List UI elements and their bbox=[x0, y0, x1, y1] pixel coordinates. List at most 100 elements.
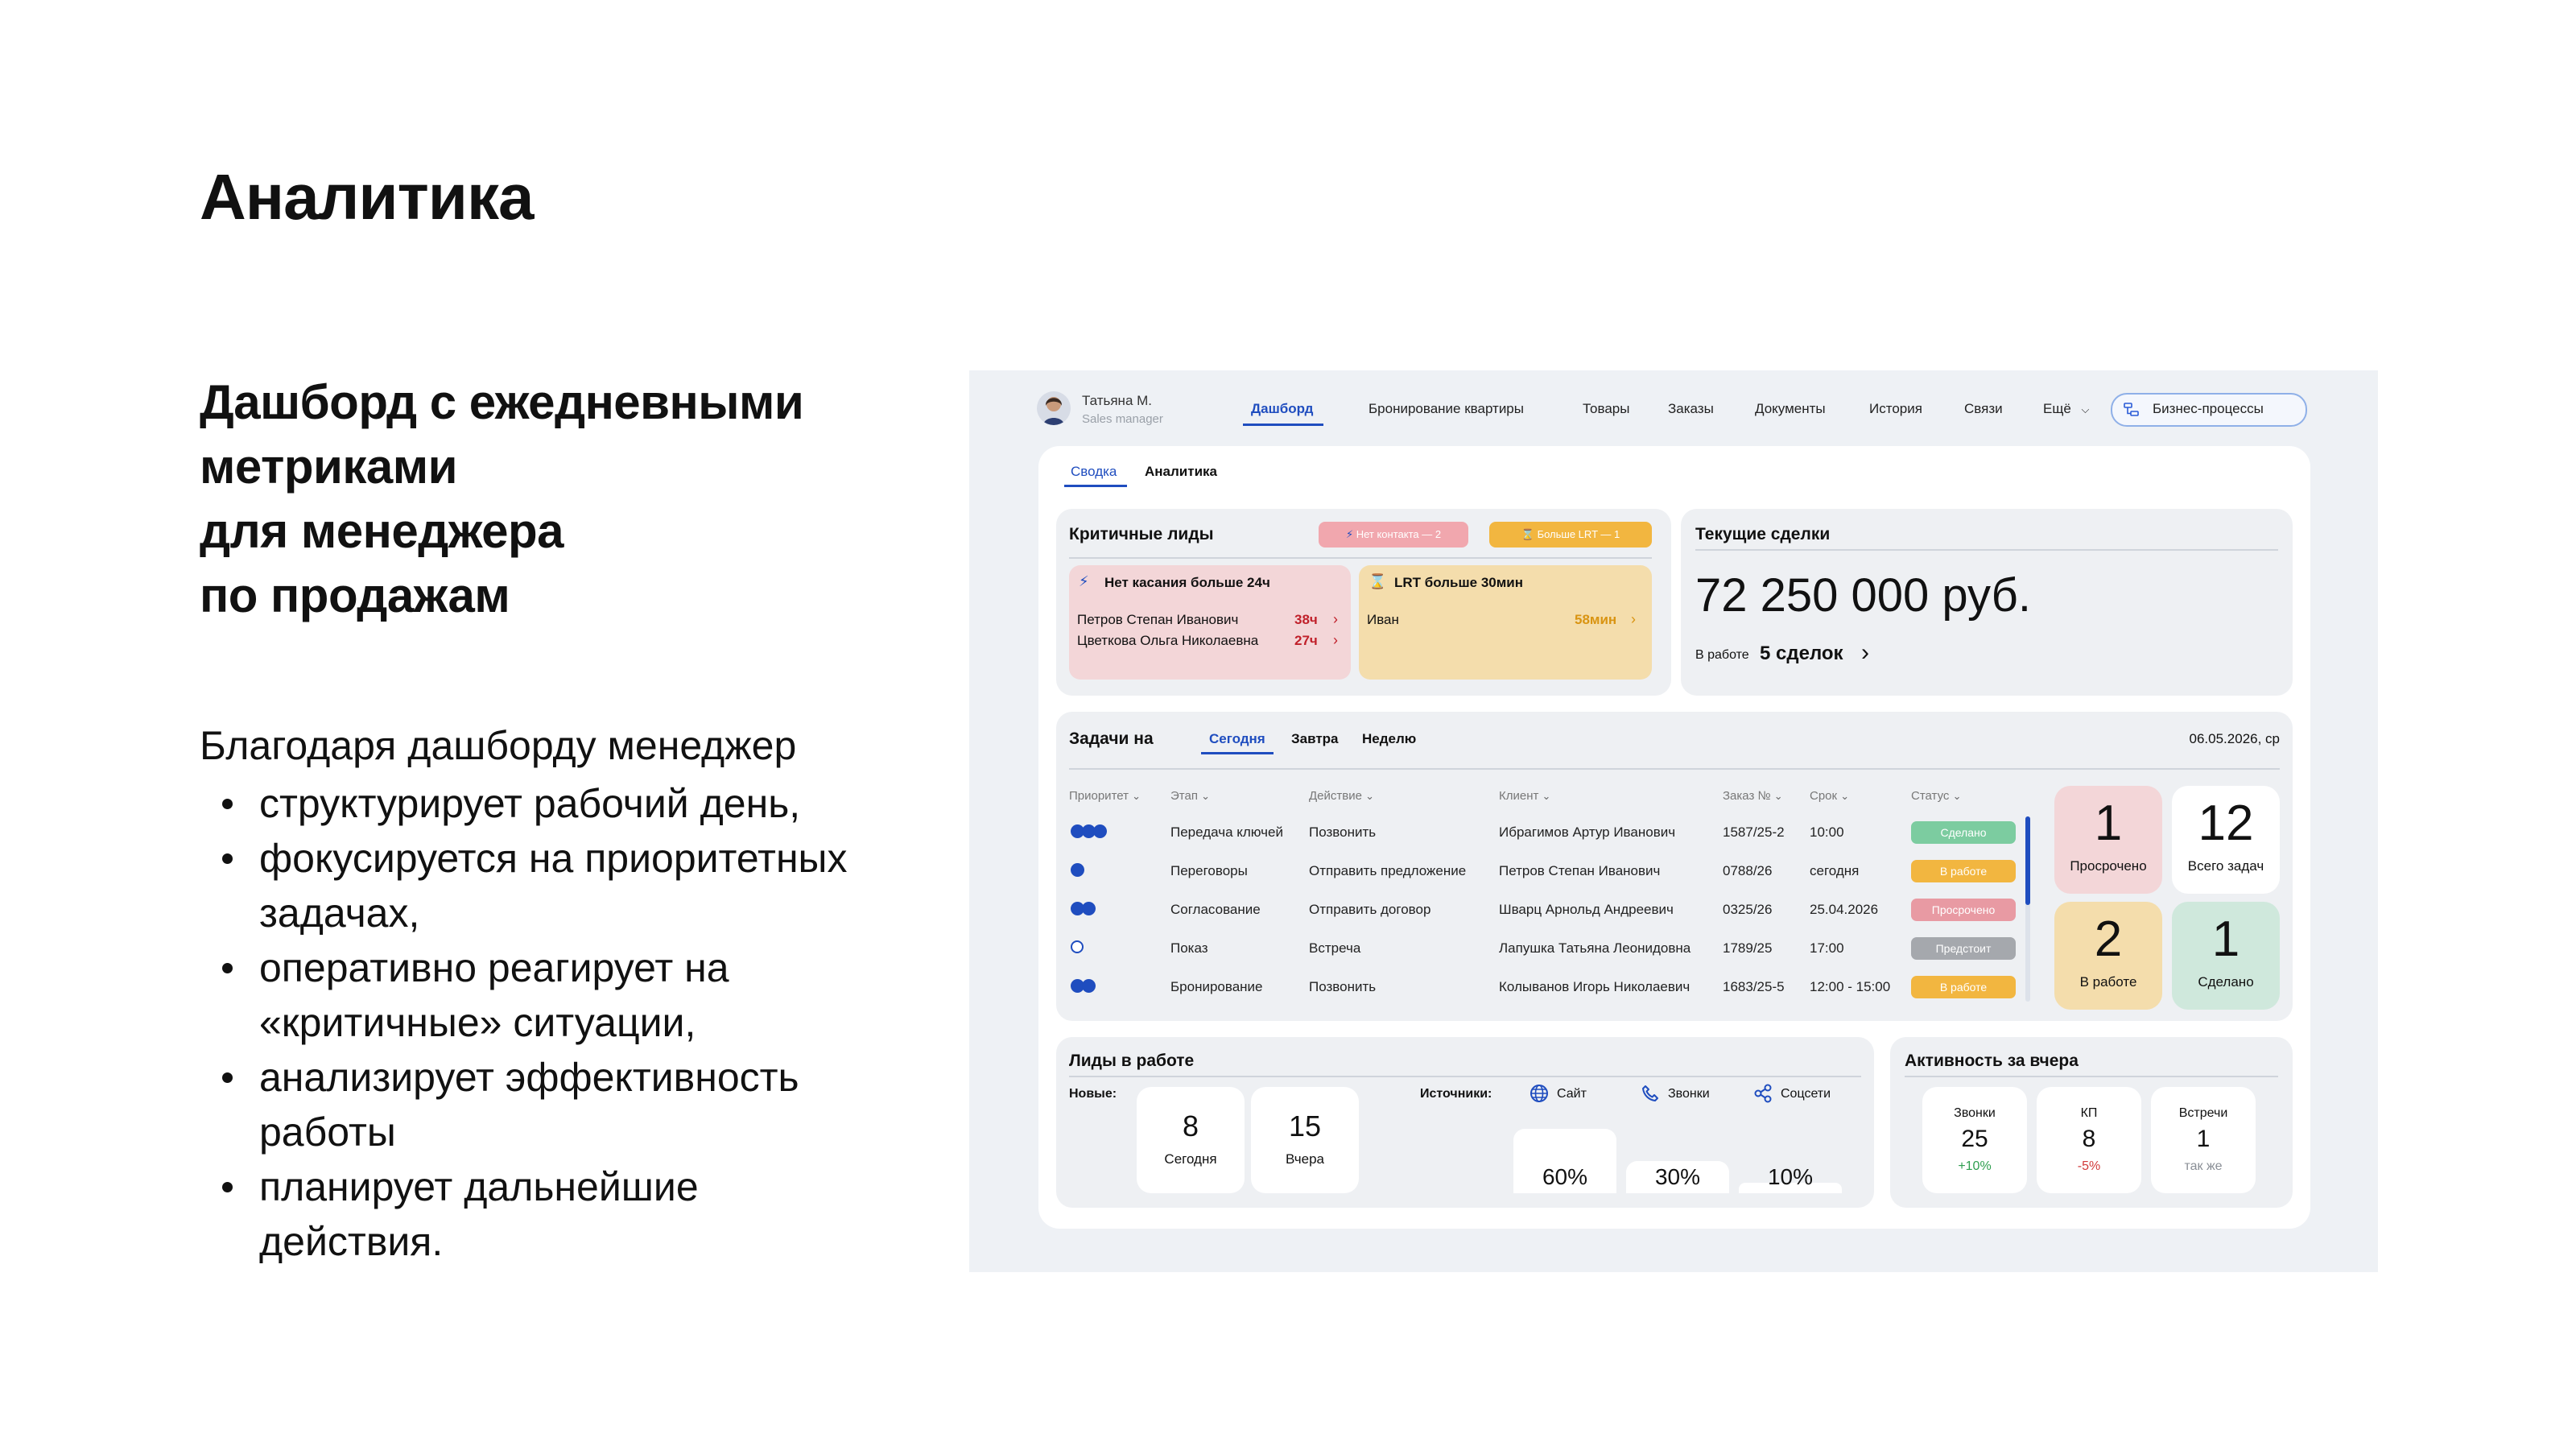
source-value-calls: 30% bbox=[1654, 1164, 1701, 1189]
period-week[interactable]: Неделю bbox=[1362, 731, 1416, 747]
chevron-down-icon: ⌄ bbox=[1773, 790, 1783, 802]
leads-yesterday[interactable]: 15 Вчера bbox=[1251, 1087, 1359, 1193]
table-row[interactable]: Передача ключей Позвонить Ибрагимов Арту… bbox=[1056, 820, 2016, 844]
subtitle-line: для менеджера bbox=[200, 504, 564, 558]
status-badge[interactable]: Предстоит bbox=[1911, 937, 2016, 960]
source-legend-social: Соцсети bbox=[1753, 1084, 1866, 1105]
col-status[interactable]: Статус ⌄ bbox=[1911, 789, 1962, 803]
subtitle-line: метриками bbox=[200, 440, 458, 494]
kpi-done[interactable]: 1 Сделано bbox=[2172, 902, 2280, 1010]
user-name: Татьяна М. bbox=[1082, 393, 1153, 408]
kpi-overdue[interactable]: 1 Просрочено bbox=[2054, 786, 2162, 894]
divider bbox=[1069, 768, 2280, 770]
priority-dots bbox=[1071, 824, 1107, 839]
chevron-right-icon: › bbox=[1631, 611, 1636, 627]
nav-booking[interactable]: Бронирование квартиры bbox=[1368, 401, 1524, 417]
kpi-total[interactable]: 12 Всего задач bbox=[2172, 786, 2280, 894]
dashboard-screenshot: Татьяна М. Sales manager Дашборд Брониро… bbox=[969, 370, 2378, 1272]
source-legend-calls: Звонки bbox=[1641, 1084, 1737, 1105]
slide-title: Аналитика bbox=[200, 161, 534, 233]
activity-calls[interactable]: Звонки 25 +10% bbox=[1922, 1087, 2027, 1193]
status-badge[interactable]: Просрочено bbox=[1911, 899, 2016, 921]
nav-active-underline bbox=[1243, 424, 1323, 426]
subtitle-line: по продажам bbox=[200, 568, 510, 622]
activity-title: Активность за вчера bbox=[1905, 1052, 2079, 1070]
tasks-card: Задачи на Сегодня Завтра Неделю 06.05.20… bbox=[1056, 712, 2293, 1021]
table-row[interactable]: Переговоры Отправить предложение Петров … bbox=[1056, 858, 2016, 882]
nav-dashboard[interactable]: Дашборд bbox=[1251, 401, 1313, 417]
warning-icon: ⚡ bbox=[1345, 528, 1354, 540]
badge-lrt[interactable]: ⌛ Больше LRT — 1 bbox=[1489, 522, 1652, 548]
nav-more[interactable]: Ещё ⌵ bbox=[2043, 401, 2089, 417]
table-row[interactable]: Бронирование Позвонить Колыванов Игорь Н… bbox=[1056, 974, 2016, 998]
nav-history[interactable]: История bbox=[1869, 401, 1922, 417]
critical-leads-card: Критичные лиды ⚡ Нет контакта — 2 ⌛ Боль… bbox=[1056, 509, 1671, 696]
deals-in-work-link[interactable]: В работе 5 сделок › bbox=[1695, 639, 1905, 667]
table-row[interactable]: Показ Встреча Лапушка Татьяна Леонидовна… bbox=[1056, 936, 2016, 960]
divider bbox=[1069, 1076, 1861, 1077]
user-role: Sales manager bbox=[1082, 412, 1163, 426]
tab-analytics[interactable]: Аналитика bbox=[1145, 464, 1217, 480]
scrollbar-thumb[interactable] bbox=[2025, 816, 2030, 905]
sources-label: Источники: bbox=[1420, 1087, 1492, 1101]
benefit-item: анализирует эффективность работы bbox=[222, 1050, 984, 1159]
source-legend-site: Сайт bbox=[1530, 1084, 1626, 1105]
chevron-down-icon: ⌄ bbox=[1365, 790, 1375, 802]
tab-summary[interactable]: Сводка bbox=[1071, 464, 1117, 480]
new-leads-label: Новые: bbox=[1069, 1087, 1117, 1101]
lead-row[interactable]: Иван 58мин › bbox=[1367, 611, 1644, 631]
intro-text: Благодаря дашборду менеджер bbox=[200, 723, 797, 768]
nav-documents[interactable]: Документы bbox=[1755, 401, 1826, 417]
nav-links[interactable]: Связи bbox=[1964, 401, 2003, 417]
leads-card: Лиды в работе Новые: 8 Сегодня 15 Вчера … bbox=[1056, 1037, 1874, 1208]
share-icon bbox=[1754, 1084, 1772, 1103]
nav-products[interactable]: Товары bbox=[1583, 401, 1629, 417]
divider bbox=[1695, 549, 2278, 551]
status-badge[interactable]: В работе bbox=[1911, 976, 2016, 998]
col-client[interactable]: Клиент ⌄ bbox=[1499, 789, 1550, 803]
no-touch-panel: ⚡ Нет касания больше 24ч Петров Степан И… bbox=[1069, 565, 1351, 680]
leads-title: Лиды в работе bbox=[1069, 1052, 1195, 1070]
chevron-right-icon: › bbox=[1861, 639, 1869, 666]
status-badge[interactable]: Сделано bbox=[1911, 821, 2016, 844]
status-badge[interactable]: В работе bbox=[1911, 860, 2016, 882]
period-tomorrow[interactable]: Завтра bbox=[1291, 731, 1339, 747]
col-action[interactable]: Действие ⌄ bbox=[1309, 789, 1374, 803]
tasks-date: 06.05.2026, ср bbox=[2189, 731, 2280, 746]
chevron-down-icon: ⌄ bbox=[1201, 790, 1211, 802]
period-active-underline bbox=[1201, 752, 1274, 754]
lead-row[interactable]: Петров Степан Иванович 38ч › bbox=[1077, 611, 1343, 631]
lrt-panel: ⌛ LRT больше 30мин Иван 58мин › bbox=[1359, 565, 1652, 680]
col-priority[interactable]: Приоритет ⌄ bbox=[1069, 789, 1141, 803]
nav-orders[interactable]: Заказы bbox=[1668, 401, 1714, 417]
table-scrollbar[interactable] bbox=[2025, 816, 2030, 1002]
benefit-item: оперативно реагирует на «критичные» ситуа… bbox=[222, 940, 984, 1050]
slide-subtitle: Дашборд с ежедневными метриками для мене… bbox=[200, 370, 908, 628]
col-order[interactable]: Заказ № ⌄ bbox=[1723, 789, 1783, 803]
avatar[interactable] bbox=[1037, 391, 1071, 425]
lrt-icon: ⌛ bbox=[1368, 573, 1387, 589]
lead-row[interactable]: Цветкова Ольга Николаевна 27ч › bbox=[1077, 632, 1343, 652]
leads-today[interactable]: 8 Сегодня bbox=[1137, 1087, 1245, 1193]
chevron-right-icon: › bbox=[1333, 611, 1338, 627]
col-stage[interactable]: Этап ⌄ bbox=[1170, 789, 1210, 803]
chevron-down-icon: ⌵ bbox=[2081, 403, 2090, 415]
business-process-button[interactable]: Бизнес-процессы bbox=[2111, 393, 2307, 427]
period-today[interactable]: Сегодня bbox=[1209, 731, 1265, 747]
globe-icon bbox=[1530, 1085, 1548, 1102]
activity-offers[interactable]: КП 8 -5% bbox=[2037, 1087, 2141, 1193]
badge-no-contact[interactable]: ⚡ Нет контакта — 2 bbox=[1319, 522, 1468, 548]
tasks-title: Задачи на bbox=[1069, 729, 1154, 748]
col-due[interactable]: Срок ⌄ bbox=[1810, 789, 1849, 803]
subtitle-line: Дашборд с ежедневными bbox=[200, 375, 804, 429]
timer-icon: ⌛ bbox=[1521, 528, 1534, 540]
chevron-down-icon: ⌄ bbox=[1542, 790, 1551, 802]
dashboard-canvas: Сводка Аналитика Критичные лиды ⚡ Нет ко… bbox=[1038, 446, 2310, 1229]
lrt-title: LRT больше 30мин bbox=[1394, 575, 1524, 590]
kpi-in-work[interactable]: 2 В работе bbox=[2054, 902, 2162, 1010]
benefit-item: структурирует рабочий день, bbox=[222, 776, 984, 831]
activity-meetings[interactable]: Встречи 1 так же bbox=[2151, 1087, 2256, 1193]
divider bbox=[1905, 1076, 2278, 1077]
current-deals-card: Текущие сделки 72 250 000 руб. В работе … bbox=[1681, 509, 2293, 696]
table-row[interactable]: Согласование Отправить договор Шварц Арн… bbox=[1056, 897, 2016, 921]
